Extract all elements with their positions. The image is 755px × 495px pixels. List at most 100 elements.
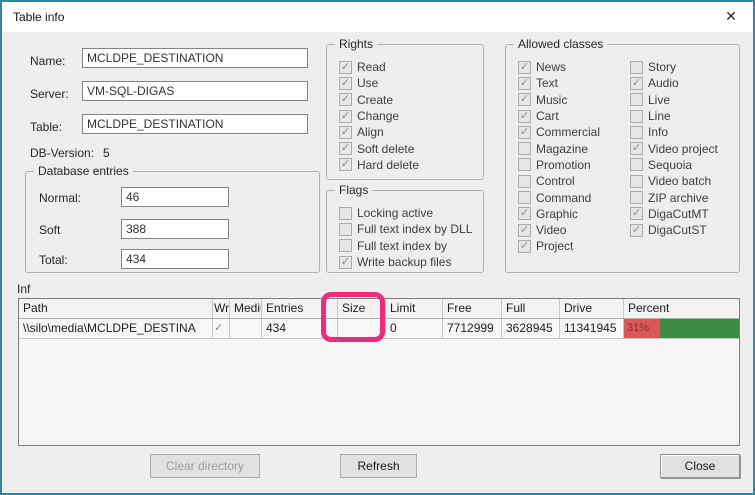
checkbox-control[interactable]: Control — [518, 173, 600, 189]
server-field[interactable]: VM-SQL-DIGAS — [82, 81, 308, 101]
table-info-dialog: Table info ✕ Name: MCLDPE_DESTINATION Se… — [0, 0, 755, 495]
listview-header: Path Wri Medium Entries Size Limit Free … — [19, 299, 739, 319]
soft-field[interactable]: 388 — [121, 219, 229, 239]
checkbox-video-batch[interactable]: Video batch — [630, 173, 718, 189]
checkbox-video-project[interactable]: ✓Video project — [630, 140, 718, 156]
drive-cell: 11341945 — [560, 319, 624, 338]
percent-free-bar — [660, 319, 739, 338]
full-cell: 3628945 — [502, 319, 560, 338]
column-header-path[interactable]: Path — [19, 299, 213, 318]
checkbox-icon: ✓ — [518, 207, 531, 220]
checkbox-video[interactable]: ✓Video — [518, 222, 600, 238]
column-header-full[interactable]: Full — [502, 299, 560, 318]
normal-field[interactable]: 46 — [121, 187, 229, 207]
checkbox-icon — [630, 158, 643, 171]
column-header-drive[interactable]: Drive — [560, 299, 624, 318]
checkbox-icon: ✓ — [339, 77, 352, 90]
checkbox-icon: ✓ — [630, 77, 643, 90]
db-version-value: 5 — [103, 146, 110, 160]
checkbox-locking-active[interactable]: Locking active — [339, 205, 472, 221]
checkbox-project[interactable]: ✓Project — [518, 238, 600, 254]
checkbox-info[interactable]: Info — [630, 124, 718, 140]
checkbox-command[interactable]: Command — [518, 189, 600, 205]
checkbox-icon: ✓ — [518, 224, 531, 237]
normal-label: Normal: — [39, 191, 81, 205]
checkbox-icon — [518, 191, 531, 204]
name-field[interactable]: MCLDPE_DESTINATION — [82, 48, 308, 68]
checkbox-icon — [339, 239, 352, 252]
checkbox-magazine[interactable]: Magazine — [518, 140, 600, 156]
free-cell: 7712999 — [443, 319, 502, 338]
allowed-classes-group: Allowed classes ✓News ✓Text ✓Music ✓Cart… — [505, 44, 740, 273]
checkbox-icon: ✓ — [339, 61, 352, 74]
checkbox-change[interactable]: ✓Change — [339, 108, 419, 124]
checkbox-icon — [518, 158, 531, 171]
checkbox-full-text-index-by[interactable]: Full text index by — [339, 238, 472, 254]
size-cell — [338, 319, 386, 338]
table-row[interactable]: \\silo\media\MCLDPE_DESTINA ✓ 434 0 7712… — [19, 319, 739, 339]
column-header-entries[interactable]: Entries — [262, 299, 338, 318]
checkbox-icon: ✓ — [518, 110, 531, 123]
checkbox-icon — [630, 191, 643, 204]
checkbox-icon — [518, 142, 531, 155]
checkbox-icon: ✓ — [339, 256, 352, 269]
checkbox-story[interactable]: Story — [630, 59, 718, 75]
write-checkmark-icon: ✓ — [213, 319, 230, 338]
dialog-body: Name: MCLDPE_DESTINATION Server: VM-SQL-… — [2, 32, 753, 493]
titlebar: Table info ✕ — [2, 2, 753, 32]
checkbox-sequoia[interactable]: Sequoia — [630, 157, 718, 173]
checkbox-align[interactable]: ✓Align — [339, 124, 419, 140]
checkbox-full-text-index-by-dll[interactable]: Full text index by DLL — [339, 221, 472, 237]
checkbox-icon — [518, 175, 531, 188]
clear-directory-button[interactable]: Clear directory — [150, 454, 260, 478]
checkbox-write-backup-files[interactable]: ✓Write backup files — [339, 254, 472, 270]
checkbox-audio[interactable]: ✓Audio — [630, 75, 718, 91]
flags-group: Flags Locking active Full text index by … — [326, 190, 484, 273]
column-header-write[interactable]: Wri — [213, 299, 230, 318]
checkbox-icon: ✓ — [339, 93, 352, 106]
database-entries-group: Database entries Normal: 46 Soft 388 Tot… — [25, 171, 320, 273]
checkbox-graphic[interactable]: ✓Graphic — [518, 206, 600, 222]
column-header-medium[interactable]: Medium — [230, 299, 262, 318]
refresh-button[interactable]: Refresh — [340, 454, 417, 478]
percent-cell: 31% — [624, 319, 739, 338]
checkbox-icon: ✓ — [518, 61, 531, 74]
checkbox-text[interactable]: ✓Text — [518, 75, 600, 91]
table-label: Table: — [30, 120, 62, 134]
checkbox-icon: ✓ — [518, 93, 531, 106]
close-icon[interactable]: ✕ — [722, 8, 740, 25]
column-header-free[interactable]: Free — [443, 299, 502, 318]
checkbox-read[interactable]: ✓Read — [339, 59, 419, 75]
checkbox-icon — [630, 93, 643, 106]
checkbox-digacutmt[interactable]: ✓DigaCutMT — [630, 206, 718, 222]
column-header-limit[interactable]: Limit — [386, 299, 443, 318]
checkbox-music[interactable]: ✓Music — [518, 92, 600, 108]
table-field[interactable]: MCLDPE_DESTINATION — [82, 114, 308, 134]
checkbox-create[interactable]: ✓Create — [339, 92, 419, 108]
window-title: Table info — [13, 10, 64, 24]
checkbox-icon: ✓ — [630, 142, 643, 155]
percent-bar: 31% — [624, 319, 739, 338]
checkbox-live[interactable]: Live — [630, 92, 718, 108]
checkbox-promotion[interactable]: Promotion — [518, 157, 600, 173]
checkbox-soft-delete[interactable]: ✓Soft delete — [339, 140, 419, 156]
total-field[interactable]: 434 — [121, 249, 229, 269]
checkbox-icon — [630, 61, 643, 74]
directory-listview: Path Wri Medium Entries Size Limit Free … — [18, 298, 740, 446]
medium-cell — [230, 319, 262, 338]
total-label: Total: — [39, 253, 68, 267]
checkbox-zip-archive[interactable]: ZIP archive — [630, 189, 718, 205]
checkbox-use[interactable]: ✓Use — [339, 75, 419, 91]
flags-legend: Flags — [335, 183, 372, 197]
checkbox-commercial[interactable]: ✓Commercial — [518, 124, 600, 140]
percent-used-bar: 31% — [624, 319, 660, 338]
soft-label: Soft — [39, 223, 60, 237]
checkbox-news[interactable]: ✓News — [518, 59, 600, 75]
checkbox-line[interactable]: Line — [630, 108, 718, 124]
column-header-percent: Percent — [624, 299, 739, 318]
column-header-size[interactable]: Size — [338, 299, 386, 318]
checkbox-digacutst[interactable]: ✓DigaCutST — [630, 222, 718, 238]
checkbox-cart[interactable]: ✓Cart — [518, 108, 600, 124]
close-button[interactable]: Close — [660, 454, 740, 478]
checkbox-hard-delete[interactable]: ✓Hard delete — [339, 157, 419, 173]
